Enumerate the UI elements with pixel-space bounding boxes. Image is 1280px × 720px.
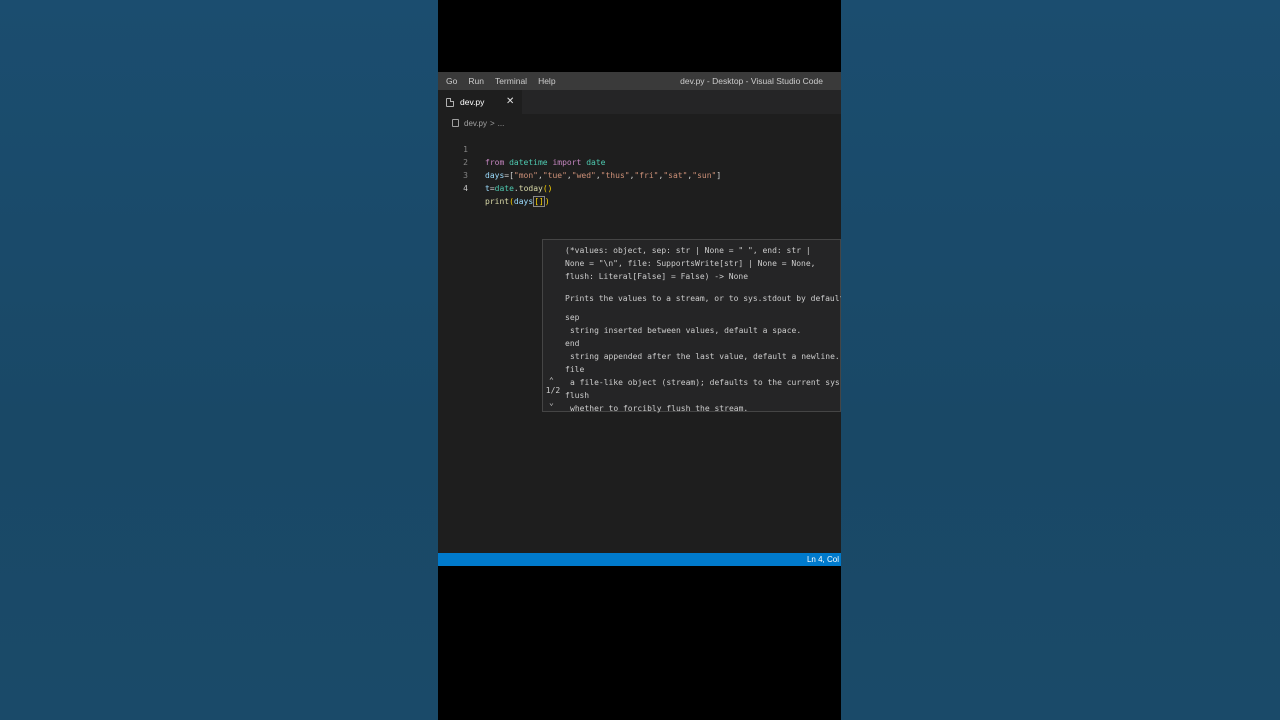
chevron-down-icon[interactable]: ⌄ — [549, 398, 554, 407]
overload-counter: 1/2 — [545, 386, 561, 395]
signature-line: (*values: object, sep: str | None = " ",… — [565, 246, 811, 255]
line-number: 4 — [463, 184, 468, 193]
breadcrumb-file[interactable]: dev.py — [464, 119, 487, 128]
signature-help-popup[interactable]: (*values: object, sep: str | None = " ",… — [542, 239, 841, 415]
breadcrumb: dev.py > ... — [452, 117, 504, 129]
code-line: 1 from datetime import date — [438, 130, 841, 167]
breadcrumb-symbols[interactable]: ... — [498, 119, 505, 128]
breadcrumb-separator: > — [489, 118, 495, 128]
menu-go[interactable]: Go — [438, 76, 457, 86]
tab-dev-py[interactable]: dev.py ✕ — [438, 90, 522, 114]
function-name: today — [518, 184, 543, 193]
param-name: end — [565, 339, 580, 348]
signature-line: None = "\n", file: SupportsWrite[str] | … — [565, 259, 816, 268]
status-bar: Ln 4, Col — [438, 553, 841, 566]
function-name: print — [485, 197, 510, 206]
code-line: 2 days=["mon","tue","wed","thus","fri","… — [438, 143, 841, 180]
code-line: 3 t=date.today() — [438, 156, 841, 193]
vscode-window: Go Run Terminal Help dev.py - Desktop - … — [438, 72, 841, 566]
punctuation: ) — [544, 197, 550, 206]
file-icon — [452, 119, 459, 127]
signature: (*values: object, sep: str | None = " ",… — [565, 244, 840, 283]
tab-label: dev.py — [460, 97, 485, 107]
punctuation: [] — [534, 197, 544, 206]
documentation: Prints the values to a stream, or to sys… — [565, 292, 841, 415]
menu-help[interactable]: Help — [530, 76, 555, 86]
chevron-up-icon[interactable]: ⌃ — [549, 376, 554, 385]
param-desc: a file-like object (stream); defaults to… — [570, 378, 841, 387]
tab-bar: dev.py ✕ — [438, 90, 841, 114]
code-editor[interactable]: 1 from datetime import date 2 days=["mon… — [438, 130, 841, 550]
menu-run[interactable]: Run — [460, 76, 484, 86]
param-name: sep — [565, 313, 580, 322]
line-code: t=date.today() — [485, 182, 552, 195]
variable: days — [513, 197, 534, 206]
param-name: flush — [565, 391, 590, 400]
doc-summary: Prints the values to a stream, or to sys… — [565, 294, 841, 303]
menu-terminal[interactable]: Terminal — [487, 76, 527, 86]
code-line: 4 print(days[]) — [438, 169, 841, 207]
line-code: print(days[]) — [485, 195, 550, 208]
param-desc: whether to forcibly flush the stream. — [570, 404, 749, 413]
param-desc: string inserted between values, default … — [570, 326, 802, 335]
background-right — [841, 0, 1280, 720]
cursor: [] — [533, 196, 545, 207]
cursor-position[interactable]: Ln 4, Col — [807, 555, 839, 564]
param-name: file — [565, 365, 585, 374]
param-desc: string appended after the last value, de… — [570, 352, 840, 361]
title-bar: Go Run Terminal Help dev.py - Desktop - … — [438, 72, 841, 90]
class-name: date — [494, 184, 514, 193]
signature-line: flush: Literal[False] = False) -> None — [565, 272, 749, 281]
punctuation: () — [542, 184, 553, 193]
window-title: dev.py - Desktop - Visual Studio Code — [680, 76, 823, 86]
file-icon — [446, 97, 454, 107]
close-icon[interactable]: ✕ — [506, 96, 514, 107]
video-frame: Go Run Terminal Help dev.py - Desktop - … — [438, 0, 841, 720]
background-left — [0, 0, 438, 720]
